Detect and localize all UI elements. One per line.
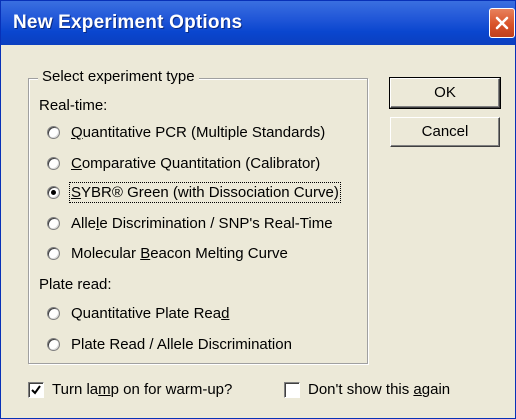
title-bar[interactable]: New Experiment Options [1, 1, 515, 45]
dont-show-again-label: Don't show this again [308, 381, 451, 398]
cancel-button[interactable]: Cancel [390, 117, 500, 147]
option-label: Quantitative PCR (Multiple Standards) [71, 124, 326, 141]
dont-show-again-checkbox[interactable] [284, 382, 300, 398]
option-label: Comparative Quantitation (Calibrator) [71, 155, 321, 172]
checkmark-icon [31, 385, 41, 395]
radio-sybr-green[interactable] [47, 186, 60, 199]
new-experiment-options-dialog: New Experiment Options Select experiment… [0, 0, 516, 419]
realtime-section-label: Real-time: [39, 97, 108, 114]
close-button[interactable] [489, 8, 515, 38]
option-label: Quantitative Plate Read [71, 305, 230, 322]
option-label: Plate Read / Allele Discrimination [71, 336, 292, 353]
option-label: SYBR® Green (with Dissociation Curve) [69, 182, 341, 203]
radio-comparative-quantitation[interactable] [47, 157, 60, 170]
plateread-section-label: Plate read: [39, 276, 112, 293]
lamp-warmup-checkbox[interactable] [28, 382, 44, 398]
ok-button[interactable]: OK [389, 77, 501, 109]
radio-quantitative-plate-read[interactable] [47, 307, 60, 320]
lamp-warmup-label: Turn lamp on for warm-up? [52, 381, 233, 398]
radio-selected-dot [51, 190, 56, 195]
close-x-icon [495, 16, 509, 30]
dialog-title: New Experiment Options [13, 12, 243, 33]
option-label: Molecular Beacon Melting Curve [71, 245, 288, 262]
radio-allele-discrimination-realtime[interactable] [47, 217, 60, 230]
radio-plate-read-allele[interactable] [47, 338, 60, 351]
radio-quantitative-pcr[interactable] [47, 126, 60, 139]
group-legend: Select experiment type [38, 68, 199, 85]
option-label: Allele Discrimination / SNP's Real-Time [71, 215, 333, 232]
radio-molecular-beacon[interactable] [47, 247, 60, 260]
